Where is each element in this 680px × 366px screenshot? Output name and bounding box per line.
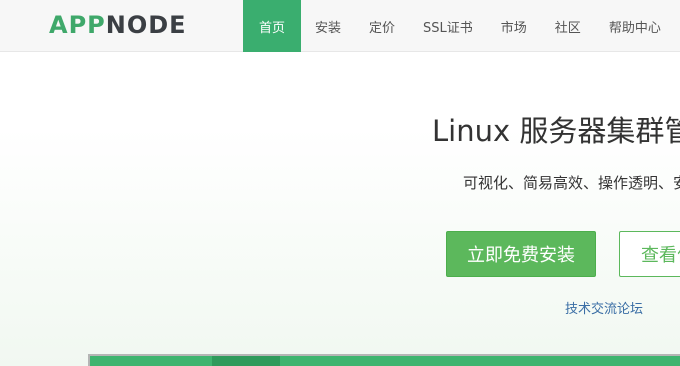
nav-item-community[interactable]: 社区 xyxy=(541,0,595,52)
main-nav: 首页 安装 定价 SSL证书 市场 社区 帮助中心 xyxy=(243,0,675,52)
nav-item-market[interactable]: 市场 xyxy=(487,0,541,52)
hero-subtitle: 可视化、简易高效、操作透明、安全 xyxy=(463,174,680,192)
preview-active-tab xyxy=(212,356,280,366)
logo-text-app: APP xyxy=(49,11,106,39)
forum-link[interactable]: 技术交流论坛 xyxy=(565,298,643,317)
nav-item-install[interactable]: 安装 xyxy=(301,0,355,52)
appnode-logo[interactable]: APP NODE xyxy=(49,9,187,41)
free-install-button[interactable]: 立即免费安装 xyxy=(446,231,596,277)
page: APP NODE 首页 安装 定价 SSL证书 市场 社区 帮助中心 Linux … xyxy=(0,0,680,366)
nav-item-help[interactable]: 帮助中心 xyxy=(595,0,675,52)
hero-title: Linux 服务器集群管理 xyxy=(432,114,680,148)
nav-item-home[interactable]: 首页 xyxy=(243,0,301,52)
app-preview-screenshot xyxy=(88,354,680,366)
logo-text-node: NODE xyxy=(105,11,187,39)
nav-item-pricing[interactable]: 定价 xyxy=(355,0,409,52)
top-navbar: APP NODE 首页 安装 定价 SSL证书 市场 社区 帮助中心 xyxy=(0,0,680,52)
nav-item-ssl[interactable]: SSL证书 xyxy=(409,0,487,52)
view-pricing-button[interactable]: 查看价格 xyxy=(619,231,680,277)
